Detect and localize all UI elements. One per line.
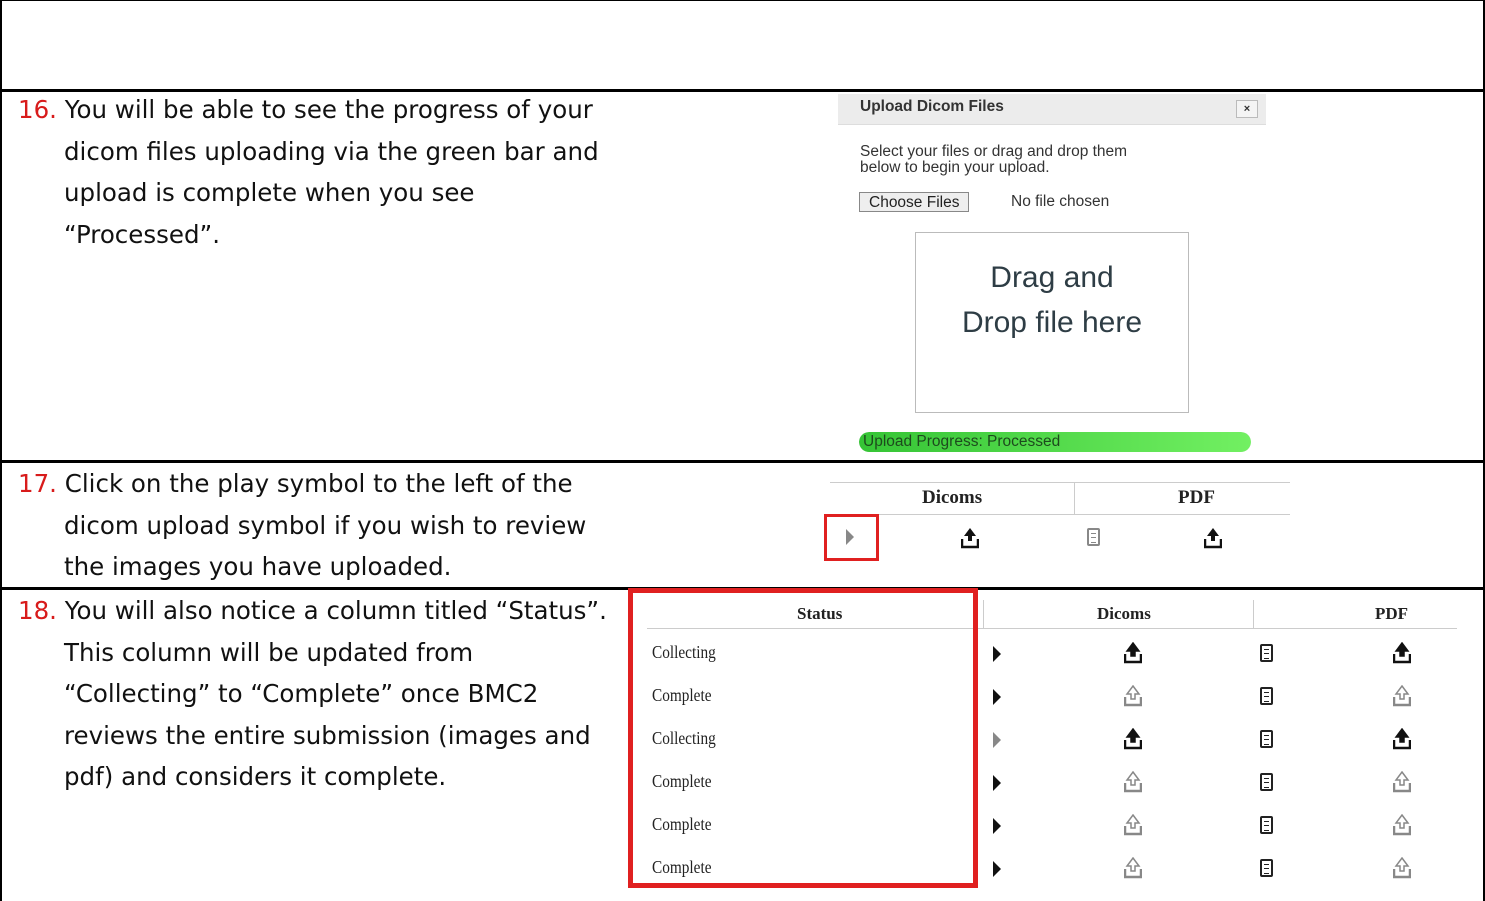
upload-icon[interactable]	[1124, 814, 1142, 836]
upload-icon[interactable]	[1393, 771, 1411, 793]
upload-dialog-title: Upload Dicom Files	[860, 98, 1004, 115]
step-line-text: You will also notice a column titled “St…	[64, 596, 607, 625]
step-18-text: 18. You will also notice a column titled…	[18, 590, 608, 798]
step-line-text: “Collecting” to “Complete” once BMC2	[64, 679, 539, 708]
step-line-text: the images you have uploaded.	[64, 552, 452, 581]
step-number: 17.	[18, 469, 57, 498]
step-line-text: upload is complete when you see	[64, 178, 475, 207]
document-icon[interactable]	[1260, 687, 1273, 705]
drop-zone[interactable]: Drag and Drop file here	[915, 232, 1189, 413]
table17-col-sep	[1074, 482, 1075, 514]
step-line-text: This column will be updated from	[64, 637, 474, 667]
play-icon[interactable]	[993, 861, 1001, 877]
table18-header-pdf: PDF	[1375, 604, 1409, 623]
play-icon[interactable]	[993, 732, 1001, 748]
upload-progress-bar: Upload Progress: Processed	[859, 432, 1251, 452]
play-icon[interactable]	[993, 775, 1001, 791]
drop-zone-text-2: Drop file here	[961, 306, 1143, 339]
status-highlight-box	[628, 588, 978, 888]
upload-instructions: Select your files or drag and drop them …	[860, 143, 1128, 176]
step-line: This column will be updated from	[18, 632, 608, 674]
upload-icon[interactable]	[1124, 728, 1142, 750]
upload-icon[interactable]	[1393, 642, 1411, 664]
step-number: 16.	[18, 95, 57, 124]
document-icon[interactable]	[1260, 859, 1273, 877]
upload-icon[interactable]	[1124, 771, 1142, 793]
step-line: pdf) and considers it complete.	[18, 756, 608, 798]
upload-icon[interactable]	[1204, 527, 1222, 549]
table18-col-sep-1	[983, 600, 984, 628]
upload-icon[interactable]	[1393, 857, 1411, 879]
step-16-text: 16. You will be able to see the progress…	[18, 89, 608, 255]
upload-icon[interactable]	[1124, 685, 1142, 707]
upload-icon[interactable]	[1393, 685, 1411, 707]
step-line: the images you have uploaded.	[18, 546, 608, 588]
step-line: 18. You will also notice a column titled…	[18, 590, 608, 632]
document-icon[interactable]	[1260, 644, 1273, 662]
upload-icon[interactable]	[1393, 814, 1411, 836]
table17-top-border	[830, 482, 1290, 483]
document-icon[interactable]	[1260, 773, 1273, 791]
play-icon[interactable]	[993, 818, 1001, 834]
document-icon[interactable]	[1087, 528, 1100, 546]
table18-header-dicoms: Dicoms	[1097, 604, 1151, 623]
step-line: dicom upload symbol if you wish to revie…	[18, 505, 608, 547]
document-icon[interactable]	[1260, 730, 1273, 748]
step-line-text: pdf) and considers it complete.	[64, 762, 447, 791]
step-line: reviews the entire submission (images an…	[18, 715, 608, 757]
step-line-text: Click on the play symbol to the left of …	[64, 469, 573, 498]
step-line: “Processed”.	[18, 214, 608, 256]
upload-icon[interactable]	[961, 527, 979, 549]
choose-files-button[interactable]: Choose Files	[859, 192, 970, 212]
step-line-text: reviews the entire submission (images an…	[64, 720, 591, 750]
upload-icon[interactable]	[1124, 642, 1142, 664]
table17-header-border	[830, 514, 1290, 515]
play-icon[interactable]	[993, 689, 1001, 705]
table17-header-pdf: PDF	[1178, 487, 1215, 508]
step-number: 18.	[18, 596, 57, 625]
step-line: dicom files uploading via the green bar …	[18, 131, 608, 173]
step-line-text: “Processed”.	[64, 219, 220, 249]
file-status-text: No file chosen	[1011, 193, 1110, 210]
step-line: 16. You will be able to see the progress…	[18, 89, 608, 131]
upload-icon[interactable]	[1124, 857, 1142, 879]
table17-header-dicoms: Dicoms	[922, 487, 983, 508]
drop-zone-text-1: Drag and	[990, 261, 1114, 294]
close-icon[interactable]: ×	[1236, 100, 1258, 118]
step-17-text: 17. Click on the play symbol to the left…	[18, 463, 608, 588]
step-line: 17. Click on the play symbol to the left…	[18, 463, 608, 505]
table18-col-sep-2	[1253, 600, 1254, 628]
step-line-text: You will be able to see the progress of …	[64, 95, 593, 124]
play-icon[interactable]	[846, 529, 854, 545]
upload-icon[interactable]	[1393, 728, 1411, 750]
step-line: upload is complete when you see	[18, 172, 608, 214]
upload-progress-label: Upload Progress: Processed	[863, 433, 1061, 450]
document-icon[interactable]	[1260, 816, 1273, 834]
upload-dialog-header: Upload Dicom Files ×	[838, 94, 1266, 125]
step-line-text: dicom files uploading via the green bar …	[64, 136, 599, 166]
step-line: “Collecting” to “Complete” once BMC2	[18, 673, 608, 715]
play-icon[interactable]	[993, 646, 1001, 662]
step-line-text: dicom upload symbol if you wish to revie…	[64, 510, 587, 540]
